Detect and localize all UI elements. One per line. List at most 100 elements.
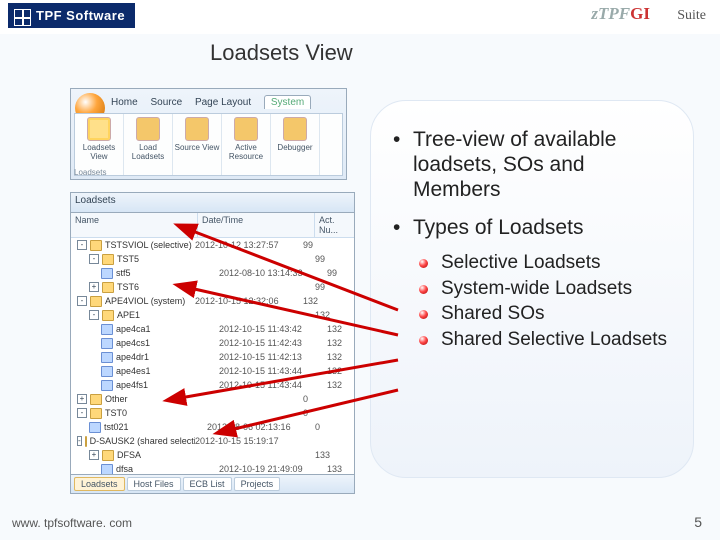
tree-twist-icon[interactable]: - [77, 296, 87, 306]
table-row[interactable]: + TST6 99 [71, 280, 354, 294]
bullet-sub-list: Selective Loadsets System-wide Loadsets … [419, 252, 671, 352]
tpfgi-logo: zTPFGI [591, 4, 650, 24]
row-name: dfsa [116, 464, 133, 474]
col-date[interactable]: Date/Time [197, 213, 314, 237]
debugger-icon [283, 117, 307, 141]
col-actnum[interactable]: Act. Nu... [314, 213, 354, 237]
row-name: APE4VIOL (system) [105, 296, 185, 306]
row-name: ape4dr1 [116, 352, 149, 362]
ribbon-tab[interactable]: Source [150, 97, 182, 108]
panel-tab[interactable]: Host Files [127, 477, 181, 491]
row-name: D-SAUSK2 (shared selective) [90, 436, 195, 446]
tree-twist-icon[interactable]: + [89, 282, 99, 292]
row-datetime: 2012-10-19 21:49:09 [219, 464, 327, 474]
table-row[interactable]: -APE1132 [71, 308, 354, 322]
row-actnum: 99 [315, 282, 354, 292]
row-name: TST6 [117, 282, 139, 292]
folder-icon [90, 240, 102, 251]
row-name: ape4fs1 [116, 380, 148, 390]
sub-systemwide: System-wide Loadsets [419, 278, 671, 301]
ribbon-button[interactable]: Active Resource [222, 114, 271, 175]
ribbon-button-label: Active Resource [229, 143, 263, 161]
active-resource-icon [234, 117, 258, 141]
col-name[interactable]: Name [71, 213, 197, 237]
table-row[interactable]: - TST0 0 [71, 406, 354, 420]
row-name: Other [105, 394, 128, 404]
ribbon-tabs: Home Source Page Layout System [111, 95, 342, 111]
row-datetime: 2012-08-10 13:14:33 [219, 268, 327, 278]
row-actnum: 0 [303, 394, 354, 404]
tpfgi-suffix: GI [630, 4, 650, 23]
table-row[interactable]: ape4dr12012-10-15 11:42:13132 [71, 350, 354, 364]
ribbon-tab[interactable]: Page Layout [195, 97, 251, 108]
slide-title: Loadsets View [210, 40, 353, 66]
sub-shared-sos: Shared SOs [419, 303, 671, 326]
panel-bottom-tabs: Loadsets Host Files ECB List Projects [71, 474, 354, 493]
table-row[interactable]: ape4fs1 2012-10-15 11:43:44132 [71, 378, 354, 392]
panel-tab[interactable]: Projects [234, 477, 281, 491]
row-name: TST0 [105, 408, 127, 418]
panel-tab[interactable]: ECB List [183, 477, 232, 491]
table-row[interactable]: -D-SAUSK2 (shared selective)2012-10-15 1… [71, 434, 354, 448]
row-datetime: 2012-08-06 02:13:16 [207, 422, 315, 432]
ribbon-button-loadsets-view[interactable]: Loadsets View [75, 114, 124, 175]
ribbon-button-label: Loadsets View [83, 143, 115, 161]
panel-tab-loadsets[interactable]: Loadsets [74, 477, 125, 491]
table-row[interactable]: - TSTSVIOL (selective)2012-10-12 13:27:57… [71, 238, 354, 252]
source-view-icon [185, 117, 209, 141]
table-row[interactable]: -TST599 [71, 252, 354, 266]
row-actnum: 0 [315, 422, 354, 432]
row-name: stf5 [116, 268, 131, 278]
table-row[interactable]: -APE4VIOL (system)2012-10-15 12:32:06132 [71, 294, 354, 308]
tree-twist-icon[interactable]: - [89, 254, 99, 264]
row-name: DFSA [117, 450, 141, 460]
row-datetime: 2012-10-15 11:43:44 [219, 366, 327, 376]
table-row[interactable]: tst0212012-08-06 02:13:160 [71, 420, 354, 434]
so-file-icon [101, 464, 113, 475]
tree-twist-icon[interactable]: - [77, 408, 87, 418]
loadsets-view-icon [87, 117, 111, 141]
ribbon-tab[interactable]: Home [111, 97, 138, 108]
ribbon-screenshot: Home Source Page Layout System Loadsets … [70, 88, 347, 180]
so-file-icon [101, 352, 113, 363]
row-datetime: 2012-10-15 15:19:17 [195, 436, 303, 446]
row-datetime: 2012-10-15 11:43:44 [219, 380, 327, 390]
row-actnum: 99 [327, 268, 354, 278]
so-file-icon [89, 422, 101, 433]
ribbon-button[interactable]: Debugger [271, 114, 320, 175]
folder-icon [102, 282, 114, 293]
row-actnum: 132 [327, 338, 354, 348]
ribbon-button[interactable]: Source View [173, 114, 222, 175]
so-file-icon [101, 366, 113, 377]
row-name: ape4es1 [116, 366, 151, 376]
table-row[interactable]: +DFSA133 [71, 448, 354, 462]
row-actnum: 0 [303, 408, 354, 418]
slide-header: TPF Software zTPFGI Suite [0, 0, 720, 34]
row-name: ape4ca1 [116, 324, 151, 334]
sub-shared-selective: Shared Selective Loadsets [419, 329, 671, 352]
table-row[interactable]: ape4ca12012-10-15 11:43:42132 [71, 322, 354, 336]
row-actnum: 132 [327, 352, 354, 362]
row-actnum: 99 [303, 240, 354, 250]
table-row[interactable]: ape4cs12012-10-15 11:42:43132 [71, 336, 354, 350]
row-datetime: 2012-10-15 11:42:43 [219, 338, 327, 348]
folder-icon [90, 394, 102, 405]
ribbon-button-label: Load Loadsets [132, 143, 164, 161]
ribbon-tab-selected[interactable]: System [264, 95, 311, 109]
tree-twist-icon[interactable]: + [77, 394, 87, 404]
ribbon-body: Loadsets View Load Loadsets Source View … [74, 113, 343, 176]
ribbon-button[interactable]: Load Loadsets [124, 114, 173, 175]
row-datetime: 2012-10-15 12:32:06 [195, 296, 303, 306]
suite-label: Suite [677, 8, 706, 24]
table-row[interactable]: + Other 0 [71, 392, 354, 406]
row-name: TSTSVIOL (selective) [105, 240, 192, 250]
row-actnum: 132 [327, 380, 354, 390]
tree-twist-icon[interactable]: - [77, 240, 87, 250]
table-row[interactable]: stf5 2012-08-10 13:14:3399 [71, 266, 354, 280]
table-row[interactable]: ape4es12012-10-15 11:43:44132 [71, 364, 354, 378]
row-datetime: 2012-10-12 13:27:57 [195, 240, 303, 250]
tree-twist-icon[interactable]: - [77, 436, 82, 446]
tree-twist-icon[interactable]: + [89, 450, 99, 460]
folder-icon [102, 450, 114, 461]
tree-twist-icon[interactable]: - [89, 310, 99, 320]
